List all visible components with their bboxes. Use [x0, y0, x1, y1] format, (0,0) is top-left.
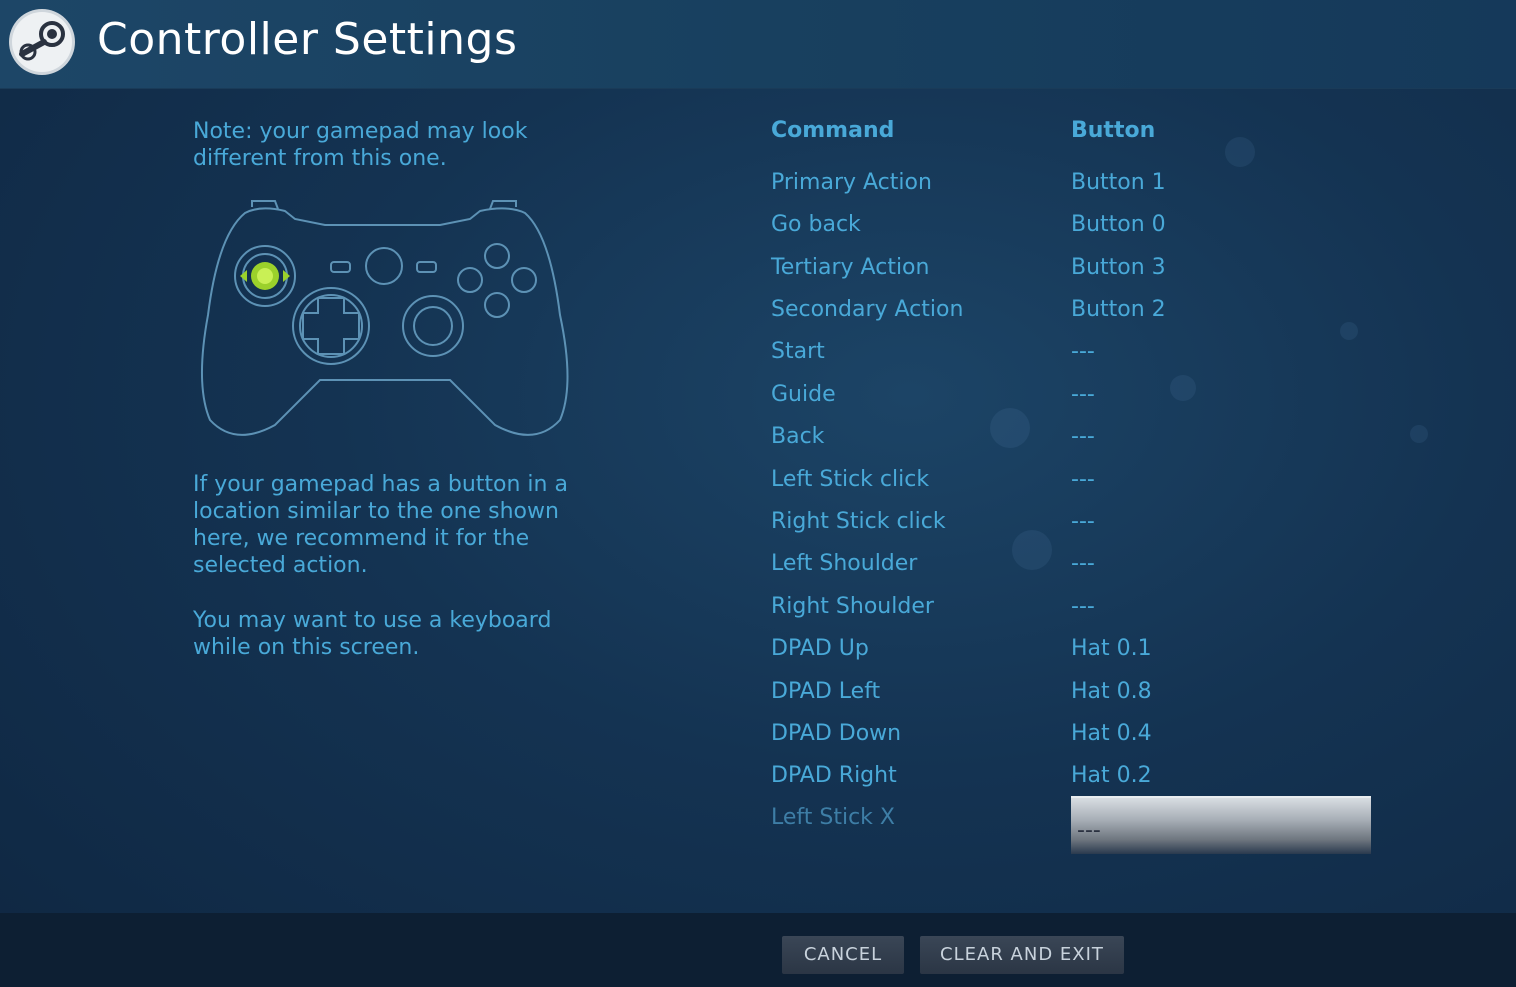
- steam-logo-icon: [9, 9, 75, 75]
- button-value: ---: [1071, 382, 1095, 407]
- button-value: Hat 0.4: [1071, 721, 1152, 746]
- selected-binding-value: ---: [1077, 818, 1101, 843]
- command-label: Start: [771, 339, 825, 364]
- button-value: Hat 0.2: [1071, 763, 1152, 788]
- command-label: Left Stick click: [771, 467, 930, 492]
- binding-row-secondary-action[interactable]: Secondary Action Button 2: [771, 297, 1391, 337]
- command-label: Tertiary Action: [771, 255, 930, 280]
- binding-row-right-shoulder[interactable]: Right Shoulder ---: [771, 594, 1391, 634]
- page-title: Controller Settings: [97, 14, 518, 65]
- gamepad-diagram-icon: [200, 200, 569, 436]
- binding-row-left-stick-click[interactable]: Left Stick click ---: [771, 467, 1391, 507]
- binding-row-primary-action[interactable]: Primary Action Button 1: [771, 170, 1391, 210]
- keyboard-hint-text: You may want to use a keyboard while on …: [193, 608, 552, 660]
- button-value: Hat 0.8: [1071, 679, 1152, 704]
- selected-binding-field[interactable]: ---: [1071, 796, 1371, 854]
- binding-row-dpad-up[interactable]: DPAD Up Hat 0.1: [771, 636, 1391, 676]
- button-value: ---: [1071, 594, 1095, 619]
- button-value: ---: [1071, 339, 1095, 364]
- binding-row-dpad-down[interactable]: DPAD Down Hat 0.4: [771, 721, 1391, 761]
- button-value: Button 1: [1071, 170, 1166, 195]
- binding-row-right-stick-click[interactable]: Right Stick click ---: [771, 509, 1391, 549]
- command-label: Left Stick X: [771, 805, 895, 830]
- command-label: Secondary Action: [771, 297, 964, 322]
- cancel-button[interactable]: CANCEL: [782, 936, 904, 974]
- command-label: DPAD Left: [771, 679, 881, 704]
- button-value: Hat 0.1: [1071, 636, 1152, 661]
- help-text: If your gamepad has a button in a locati…: [193, 472, 568, 578]
- binding-row-back[interactable]: Back ---: [771, 424, 1391, 464]
- button-value: ---: [1071, 551, 1095, 576]
- binding-row-guide[interactable]: Guide ---: [771, 382, 1391, 422]
- button-value: Button 2: [1071, 297, 1166, 322]
- command-label: Back: [771, 424, 825, 449]
- binding-row-dpad-left[interactable]: DPAD Left Hat 0.8: [771, 679, 1391, 719]
- command-label: DPAD Up: [771, 636, 869, 661]
- binding-row-go-back[interactable]: Go back Button 0: [771, 212, 1391, 252]
- note-block: Note: your gamepad may look different fr…: [193, 118, 593, 172]
- binding-row-tertiary-action[interactable]: Tertiary Action Button 3: [771, 255, 1391, 295]
- button-value: ---: [1071, 424, 1095, 449]
- command-label: Right Shoulder: [771, 594, 934, 619]
- button-value: ---: [1071, 467, 1095, 492]
- button-value: Button 0: [1071, 212, 1166, 237]
- clear-and-exit-button[interactable]: CLEAR AND EXIT: [920, 936, 1124, 974]
- command-label: Right Stick click: [771, 509, 946, 534]
- note-text: Note: your gamepad may look different fr…: [193, 119, 528, 171]
- command-label: DPAD Down: [771, 721, 902, 746]
- command-label: Primary Action: [771, 170, 932, 195]
- binding-row-start[interactable]: Start ---: [771, 339, 1391, 379]
- command-label: DPAD Right: [771, 763, 897, 788]
- button-column-header: Button: [1071, 118, 1156, 143]
- bokeh-decoration: [1225, 137, 1255, 167]
- title-bar: Controller Settings: [0, 0, 1516, 89]
- command-label: Left Shoulder: [771, 551, 918, 576]
- command-label: Go back: [771, 212, 861, 237]
- footer-bar: [0, 913, 1516, 987]
- bokeh-decoration: [1410, 425, 1428, 443]
- binding-row-left-shoulder[interactable]: Left Shoulder ---: [771, 551, 1391, 591]
- command-column-header: Command: [771, 118, 895, 143]
- command-label: Guide: [771, 382, 836, 407]
- button-value: ---: [1071, 509, 1095, 534]
- button-value: Button 3: [1071, 255, 1166, 280]
